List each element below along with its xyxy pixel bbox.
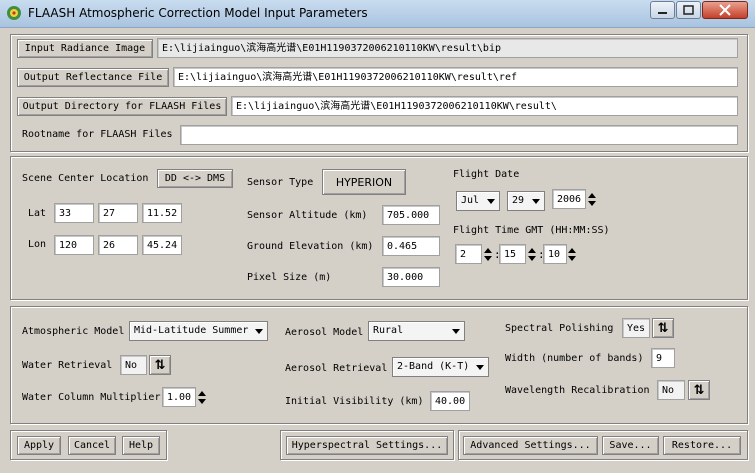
input-radiance-path: E:\lijiainguo\滨海高光谱\E01H1190372006210110… [157, 38, 738, 58]
water-retrieval-value: No [120, 355, 147, 375]
lat-label: Lat [28, 208, 47, 219]
chevron-down-icon [476, 365, 484, 370]
lon-seconds-input[interactable]: 45.24 [142, 235, 182, 255]
water-column-spinner[interactable] [197, 388, 207, 408]
year-spinner[interactable] [587, 190, 597, 210]
close-button[interactable] [702, 1, 748, 19]
output-reflectance-path[interactable]: E:\lijiainguo\滨海高光谱\E01H1190372006210110… [173, 67, 738, 87]
width-bands-input[interactable]: 9 [651, 348, 675, 368]
help-button[interactable]: Help [122, 436, 160, 455]
dd-dms-button[interactable]: DD <-> DMS [157, 169, 233, 188]
hyperspectral-settings-button[interactable]: Hyperspectral Settings... [286, 436, 448, 455]
minimize-icon [658, 12, 667, 14]
spin-up-icon [198, 391, 206, 396]
aerosol-retrieval-dropdown[interactable]: 2-Band (K-T) [392, 357, 489, 377]
advanced-settings-button[interactable]: Advanced Settings... [463, 436, 598, 455]
title-bar: FLAASH Atmospheric Correction Model Inpu… [0, 0, 755, 28]
pixel-size-input[interactable]: 30.000 [382, 267, 440, 287]
lon-minutes-input[interactable]: 26 [98, 235, 138, 255]
ground-elevation-input[interactable]: 0.465 [382, 236, 440, 256]
toggle-arrows-icon: ⇅ [657, 320, 669, 336]
spin-down-icon [528, 256, 536, 261]
envi-app-icon [7, 6, 21, 20]
spin-down-icon [484, 256, 492, 261]
lon-label: Lon [28, 239, 47, 250]
ground-elevation-label: Ground Elevation (km) [247, 241, 374, 252]
flight-time-label: Flight Time GMT (HH:MM:SS) [453, 225, 610, 236]
restore-button[interactable]: Restore... [663, 436, 741, 455]
chevron-down-icon [255, 329, 263, 334]
output-directory-button[interactable]: Output Directory for FLAASH Files [17, 97, 227, 116]
initial-visibility-label: Initial Visibility (km) [285, 396, 424, 407]
toggle-arrows-icon: ⇅ [154, 357, 166, 373]
flight-second-input[interactable]: 10 [543, 244, 567, 264]
maximize-button[interactable] [676, 1, 701, 19]
initial-visibility-input[interactable]: 40.00 [430, 391, 470, 411]
lat-degrees-input[interactable]: 33 [54, 203, 94, 223]
chevron-down-icon [532, 199, 540, 204]
flight-month-value: Jul [461, 195, 480, 206]
cancel-button[interactable]: Cancel [68, 436, 116, 455]
width-bands-label: Width (number of bands) [505, 353, 644, 364]
sensor-type-button[interactable]: HYPERION [322, 169, 406, 195]
sensor-altitude-input[interactable]: 705.000 [382, 205, 440, 225]
flight-day-value: 29 [512, 195, 525, 206]
spin-up-icon [588, 193, 596, 198]
chevron-down-icon [487, 199, 495, 204]
spin-down-icon [588, 201, 596, 206]
window-title: FLAASH Atmospheric Correction Model Inpu… [28, 6, 368, 20]
close-icon [719, 4, 731, 16]
aerosol-retrieval-label: Aerosol Retrieval [285, 363, 388, 374]
spin-up-icon [528, 248, 536, 253]
maximize-icon [683, 5, 694, 15]
chevron-down-icon [452, 329, 460, 334]
spin-down-icon [198, 399, 206, 404]
output-reflectance-button[interactable]: Output Reflectance File [17, 68, 169, 87]
lat-seconds-input[interactable]: 11.52 [142, 203, 182, 223]
sensor-type-label: Sensor Type [247, 177, 314, 188]
aerosol-model-dropdown[interactable]: Rural [368, 321, 465, 341]
water-retrieval-toggle[interactable]: ⇅ [149, 355, 171, 375]
toggle-arrows-icon: ⇅ [693, 382, 705, 398]
water-column-input[interactable]: 1.00 [162, 387, 196, 407]
minute-spinner[interactable] [527, 245, 537, 265]
aerosol-model-label: Aerosol Model [285, 327, 364, 338]
sensor-altitude-label: Sensor Altitude (km) [247, 210, 368, 221]
spin-up-icon [568, 248, 576, 253]
atmospheric-model-label: Atmospheric Model [22, 326, 125, 337]
second-spinner[interactable] [567, 245, 577, 265]
hour-spinner[interactable] [483, 245, 493, 265]
atmospheric-model-value: Mid-Latitude Summer [134, 325, 249, 336]
spectral-polishing-label: Spectral Polishing [505, 323, 614, 334]
spectral-polishing-toggle[interactable]: ⇅ [652, 318, 674, 338]
lat-minutes-input[interactable]: 27 [98, 203, 138, 223]
minimize-button[interactable] [650, 1, 675, 19]
wavelength-recal-value: No [657, 380, 685, 400]
atmospheric-model-dropdown[interactable]: Mid-Latitude Summer [129, 321, 268, 341]
flight-hour-input[interactable]: 2 [455, 244, 482, 264]
spin-down-icon [568, 256, 576, 261]
aerosol-retrieval-value: 2-Band (K-T) [397, 361, 470, 372]
input-radiance-button[interactable]: Input Radiance Image [17, 39, 153, 58]
rootname-input[interactable] [180, 125, 738, 145]
flight-year-input[interactable]: 2006 [552, 189, 586, 209]
water-column-label: Water Column Multiplier [22, 392, 161, 403]
lon-degrees-input[interactable]: 120 [54, 235, 94, 255]
wavelength-recal-toggle[interactable]: ⇅ [688, 380, 710, 400]
flight-day-dropdown[interactable]: 29 [507, 191, 545, 211]
aerosol-model-value: Rural [373, 325, 404, 336]
save-button[interactable]: Save... [602, 436, 659, 455]
output-directory-path[interactable]: E:\lijiainguo\滨海高光谱\E01H1190372006210110… [231, 96, 738, 116]
apply-button[interactable]: Apply [17, 436, 61, 455]
scene-center-label: Scene Center Location [22, 173, 149, 184]
wavelength-recal-label: Wavelength Recalibration [505, 385, 650, 396]
pixel-size-label: Pixel Size (m) [247, 272, 332, 283]
spin-up-icon [484, 248, 492, 253]
water-retrieval-label: Water Retrieval [22, 360, 113, 371]
flight-minute-input[interactable]: 15 [499, 244, 526, 264]
flight-month-dropdown[interactable]: Jul [456, 191, 500, 211]
rootname-label: Rootname for FLAASH Files [22, 129, 173, 140]
spectral-polishing-value: Yes [622, 318, 650, 338]
flight-date-label: Flight Date [453, 169, 520, 180]
